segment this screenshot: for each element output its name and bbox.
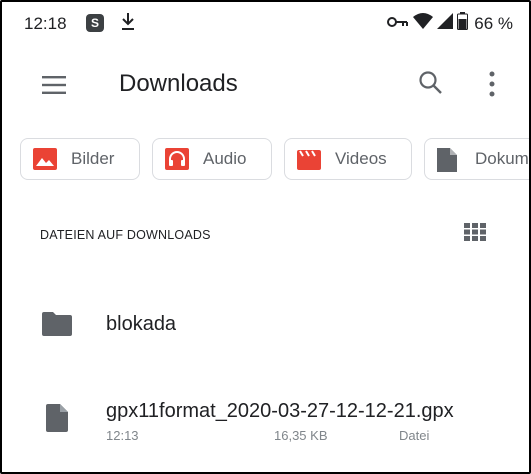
grid-view-icon[interactable]: [464, 223, 486, 241]
status-icons: 66 %: [387, 12, 513, 35]
wifi-icon: [413, 13, 434, 34]
chip-label: Audio: [203, 149, 247, 168]
chip-label: Dokum: [475, 149, 529, 168]
status-bar: 12:18 S 66 %: [2, 2, 529, 42]
app-toolbar: Downloads: [2, 50, 529, 122]
signal-icon: [437, 13, 454, 34]
headphones-icon: [165, 148, 189, 170]
chip-label: Bilder: [71, 149, 115, 168]
folder-name: blokada: [106, 313, 177, 335]
folder-icon: [42, 312, 72, 336]
image-icon: [33, 148, 57, 170]
battery-icon: [457, 12, 469, 35]
s-app-icon: S: [86, 14, 104, 32]
chip-label: Videos: [335, 149, 387, 168]
filter-chips: Bilder Audio Videos Dokum: [20, 138, 529, 180]
menu-icon[interactable]: [42, 76, 66, 94]
file-icon: [46, 404, 68, 432]
chip-bilder[interactable]: Bilder: [20, 138, 140, 180]
document-icon: [437, 148, 461, 172]
status-time: 12:18: [24, 14, 67, 33]
file-size: 16,35 KB: [274, 428, 328, 443]
vpn-key-icon: [387, 14, 409, 34]
more-vert-icon[interactable]: [486, 70, 498, 98]
download-icon: [120, 11, 136, 38]
section-title: DATEIEN AUF DOWNLOADS: [40, 228, 211, 242]
chip-videos[interactable]: Videos: [284, 138, 412, 180]
chip-audio[interactable]: Audio: [152, 138, 272, 180]
battery-percent: 66 %: [474, 13, 513, 33]
movie-icon: [297, 148, 321, 170]
page-title: Downloads: [119, 70, 238, 97]
chip-dokumente[interactable]: Dokum: [424, 138, 529, 180]
search-icon[interactable]: [418, 70, 444, 96]
file-time: 12:13: [106, 428, 139, 443]
phone-screen: 12:18 S 66 % Downloads Bilder Audio Vide…: [0, 0, 531, 474]
file-name: gpx11format_2020-03-27-12-12-21.gpx: [106, 400, 454, 422]
file-type: Datei: [399, 428, 430, 443]
